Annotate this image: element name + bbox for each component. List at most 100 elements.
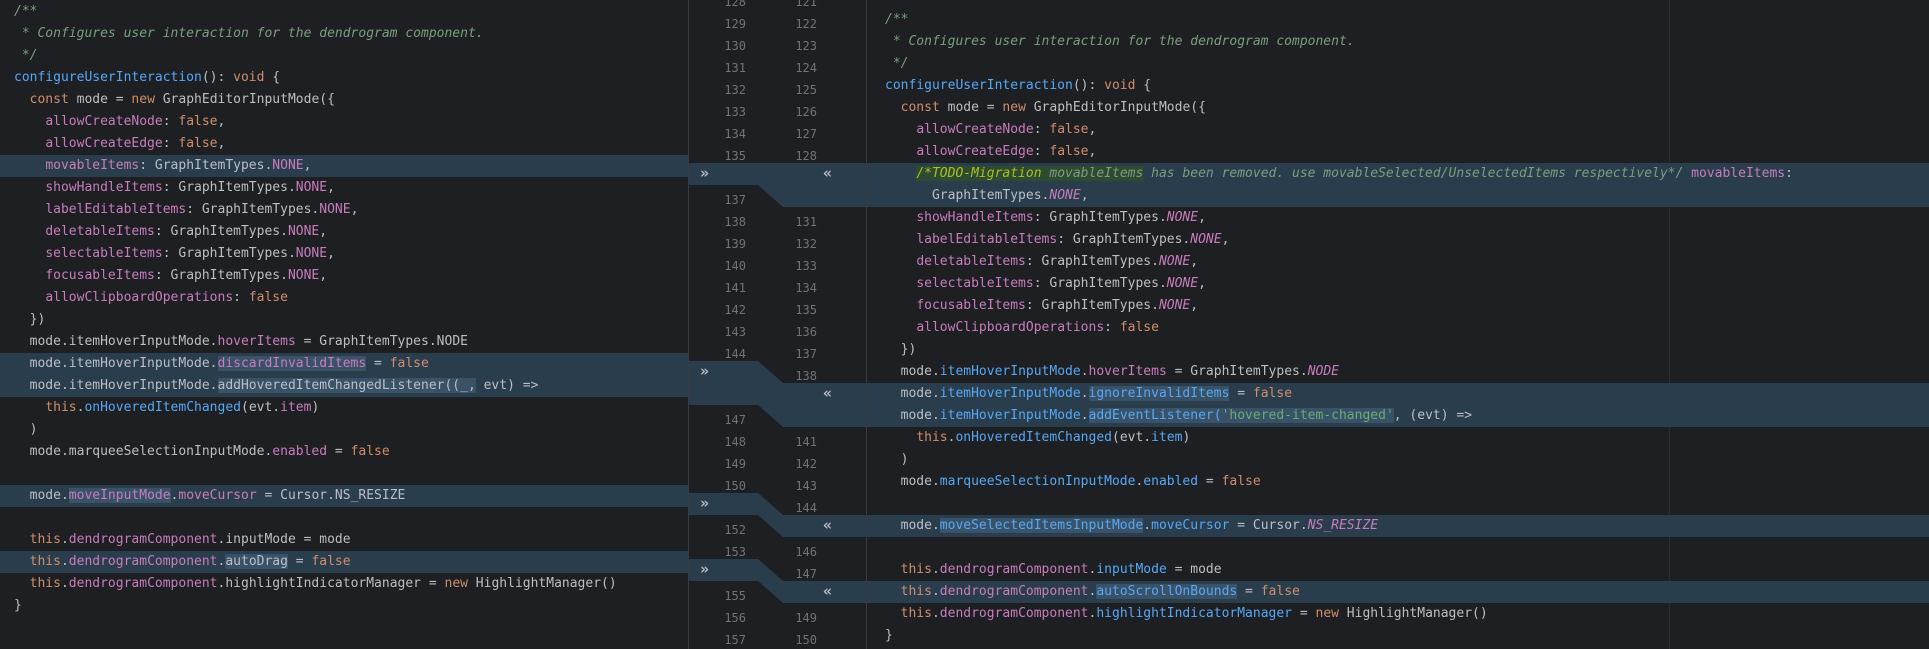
code-token: NODE (1307, 364, 1339, 379)
code-token: , (1198, 210, 1206, 225)
code-line[interactable]: this.dendrogramComponent.autoScrollOnBou… (866, 581, 1929, 603)
code-token: . (1080, 386, 1089, 401)
code-token: mode. (885, 518, 940, 533)
code-line[interactable]: /** (0, 1, 688, 23)
code-line[interactable]: labelEditableItems: GraphItemTypes.NONE, (0, 199, 688, 221)
code-line[interactable]: allowClipboardOperations: false (866, 317, 1929, 339)
code-token: inputMode (1096, 562, 1167, 577)
code-line[interactable]: mode.itemHoverInputMode.discardInvalidIt… (0, 353, 688, 375)
code-line[interactable]: this.onHoveredItemChanged(evt.item) (866, 427, 1929, 449)
code-token: mode = (68, 92, 132, 107)
code-line[interactable]: /*TODO-Migration movableItems has been r… (866, 163, 1929, 185)
code-line[interactable]: showHandleItems: GraphItemTypes.NONE, (0, 177, 688, 199)
left-editor-pane[interactable]: /** * Configures user interaction for th… (0, 0, 688, 649)
code-line[interactable]: mode.marqueeSelectionInputMode.enabled =… (866, 471, 1929, 493)
code-line[interactable]: allowCreateNode: false, (866, 119, 1929, 141)
code-line[interactable]: this.onHoveredItemChanged(evt.item) (0, 397, 688, 419)
code-line[interactable]: /** (866, 9, 1929, 31)
code-token: : (1033, 144, 1050, 159)
code-line[interactable]: */ (866, 53, 1929, 75)
code-line[interactable] (0, 507, 688, 529)
code-line[interactable]: GraphItemTypes.NONE, (866, 185, 1929, 207)
code-line[interactable]: const mode = new GraphEditorInputMode({ (0, 89, 688, 111)
right-editor-pane[interactable]: /** * Configures user interaction for th… (866, 0, 1929, 649)
code-line[interactable]: configureUserInteraction(): void { (866, 75, 1929, 97)
code-line[interactable]: movableItems: GraphItemTypes.NONE, (0, 155, 688, 177)
code-token: showHandleItems (916, 210, 1034, 225)
code-line[interactable]: this.dendrogramComponent.autoDrag = fals… (0, 551, 688, 573)
code-line[interactable]: }) (0, 309, 688, 331)
code-token: ) (14, 422, 38, 437)
code-line[interactable]: labelEditableItems: GraphItemTypes.NONE, (866, 229, 1929, 251)
code-line[interactable]: }) (866, 339, 1929, 361)
code-line[interactable]: */ (0, 45, 688, 67)
code-line[interactable]: focusableItems: GraphItemTypes.NONE, (0, 265, 688, 287)
code-line[interactable]: mode.itemHoverInputMode.addEventListener… (866, 405, 1929, 427)
code-line[interactable]: selectableItems: GraphItemTypes.NONE, (866, 273, 1929, 295)
code-line[interactable]: mode.moveSelectedItemsInputMode.moveCurs… (866, 515, 1929, 537)
code-line[interactable]: mode.itemHoverInputMode.hoverItems = Gra… (0, 331, 688, 353)
apply-left-change-icon[interactable]: » (700, 492, 709, 514)
code-line[interactable]: configureUserInteraction(): void { (0, 67, 688, 89)
code-token: . (60, 554, 69, 569)
code-line[interactable]: mode.marqueeSelectionInputMode.enabled =… (0, 441, 688, 463)
code-line[interactable]: this.dendrogramComponent.highlightIndica… (866, 603, 1929, 625)
code-line[interactable]: deletableItems: GraphItemTypes.NONE, (0, 221, 688, 243)
right-line-number: 143 (795, 479, 817, 493)
code-token: dendrogramComponent (939, 584, 1089, 599)
code-line[interactable]: * Configures user interaction for the de… (866, 31, 1929, 53)
code-line[interactable]: deletableItems: GraphItemTypes.NONE, (866, 251, 1929, 273)
code-token: * Configures user interaction for the de… (14, 26, 484, 41)
code-line[interactable]: } (866, 625, 1929, 647)
code-token: false (248, 290, 288, 305)
code-line[interactable]: mode.itemHoverInputMode.ignoreInvalidIte… (866, 383, 1929, 405)
apply-right-change-icon[interactable]: « (823, 162, 832, 184)
left-line-number: 153 (724, 545, 746, 559)
code-line[interactable]: allowCreateEdge: false, (866, 141, 1929, 163)
code-token: : GraphItemTypes. (154, 268, 288, 283)
code-line[interactable]: mode.itemHoverInputMode.addHoveredItemCh… (0, 375, 688, 397)
code-token: GraphEditorInputMode({ (154, 92, 335, 107)
code-line[interactable]: } (0, 595, 688, 617)
apply-right-change-icon[interactable]: « (823, 382, 832, 404)
code-token: (evt. (1112, 430, 1152, 445)
code-line[interactable]: showHandleItems: GraphItemTypes.NONE, (866, 207, 1929, 229)
apply-right-change-icon[interactable]: « (823, 580, 832, 602)
code-line[interactable]: ) (0, 419, 688, 441)
code-line[interactable]: selectableItems: GraphItemTypes.NONE, (0, 243, 688, 265)
code-line[interactable]: * Configures user interaction for the de… (0, 23, 688, 45)
code-line[interactable]: mode.moveInputMode.moveCursor = Cursor.N… (0, 485, 688, 507)
code-token: new (131, 92, 155, 107)
code-token: ) (1182, 430, 1191, 445)
apply-left-change-icon[interactable]: » (700, 360, 709, 382)
code-token: (): (1072, 78, 1105, 93)
code-token: this (29, 576, 61, 591)
code-token: item (1151, 430, 1183, 445)
code-line[interactable] (866, 493, 1929, 515)
code-line[interactable]: allowCreateNode: false, (0, 111, 688, 133)
code-token: */ (14, 48, 38, 63)
code-line[interactable]: allowClipboardOperations: false (0, 287, 688, 309)
code-line[interactable]: this.dendrogramComponent.highlightIndica… (0, 573, 688, 595)
apply-left-change-icon[interactable]: » (700, 558, 709, 580)
code-line[interactable]: mode.itemHoverInputMode.hoverItems = Gra… (866, 361, 1929, 383)
code-token: NONE (1166, 210, 1199, 225)
code-line[interactable]: this.dendrogramComponent.inputMode = mod… (866, 559, 1929, 581)
right-line-number: 147 (795, 567, 817, 581)
code-line[interactable] (0, 463, 688, 485)
code-token: NONE (1158, 298, 1191, 313)
code-token: ignoreInvalidItems (1088, 386, 1230, 401)
left-line-number: 144 (724, 347, 746, 361)
code-line[interactable]: this.dendrogramComponent.inputMode = mod… (0, 529, 688, 551)
code-token: NONE (319, 202, 351, 217)
code-line[interactable]: allowCreateEdge: false, (0, 133, 688, 155)
code-line[interactable]: ) (866, 449, 1929, 471)
apply-right-change-icon[interactable]: « (823, 514, 832, 536)
apply-left-change-icon[interactable]: » (700, 162, 709, 184)
code-line[interactable]: const mode = new GraphEditorInputMode({ (866, 97, 1929, 119)
code-line[interactable]: focusableItems: GraphItemTypes.NONE, (866, 295, 1929, 317)
code-token: . (60, 576, 69, 591)
code-line[interactable] (866, 537, 1929, 559)
